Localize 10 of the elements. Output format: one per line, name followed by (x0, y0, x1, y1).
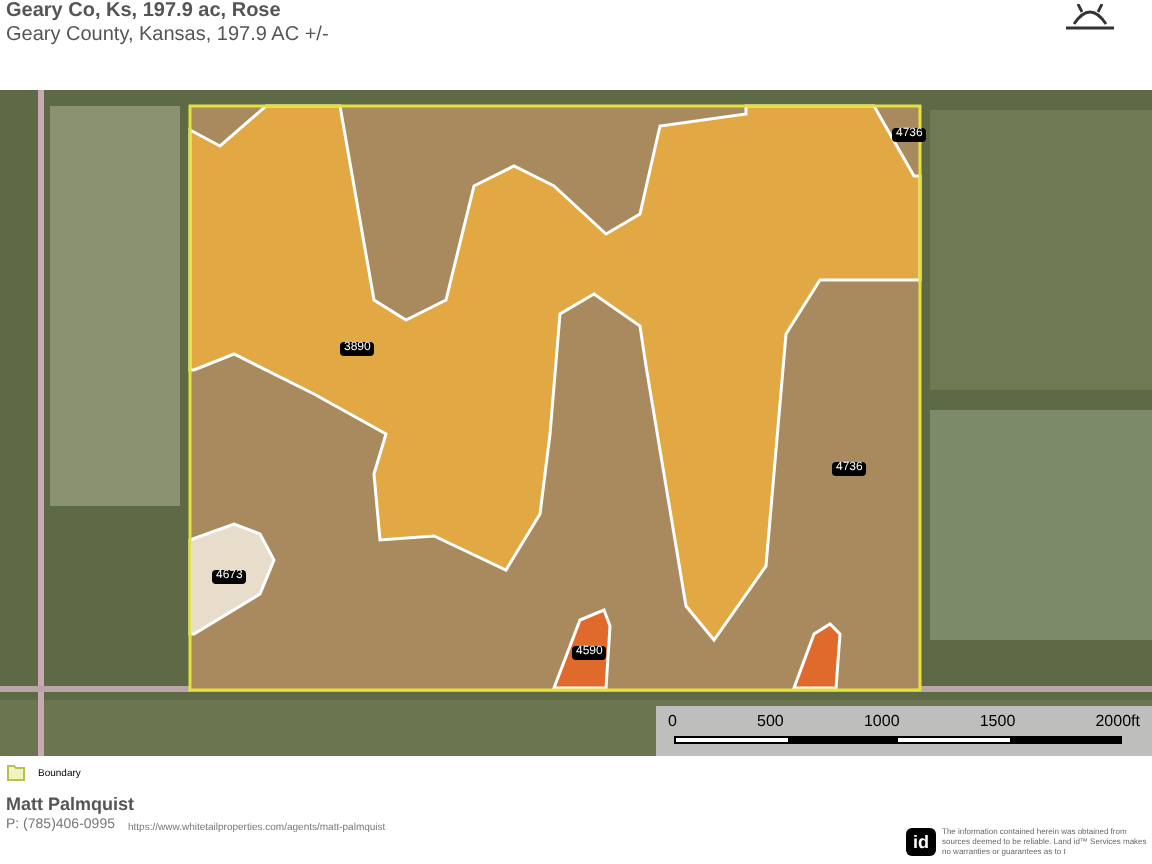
boundary-swatch-icon (6, 764, 26, 782)
map-subtitle: Geary County, Kansas, 197.9 AC +/- (6, 24, 329, 48)
map-title: Geary Co, Ks, 197.9 ac, Rose (6, 0, 283, 22)
land-id-logo: id (906, 828, 936, 856)
scale-label: 0 (668, 712, 677, 730)
agent-name: Matt Palmquist (6, 794, 135, 814)
scale-label: 500 (757, 712, 784, 730)
scale-label: 1500 (979, 712, 1016, 730)
scale-label: 2000ft (1095, 712, 1140, 730)
scale-label: 1000 (863, 712, 900, 730)
